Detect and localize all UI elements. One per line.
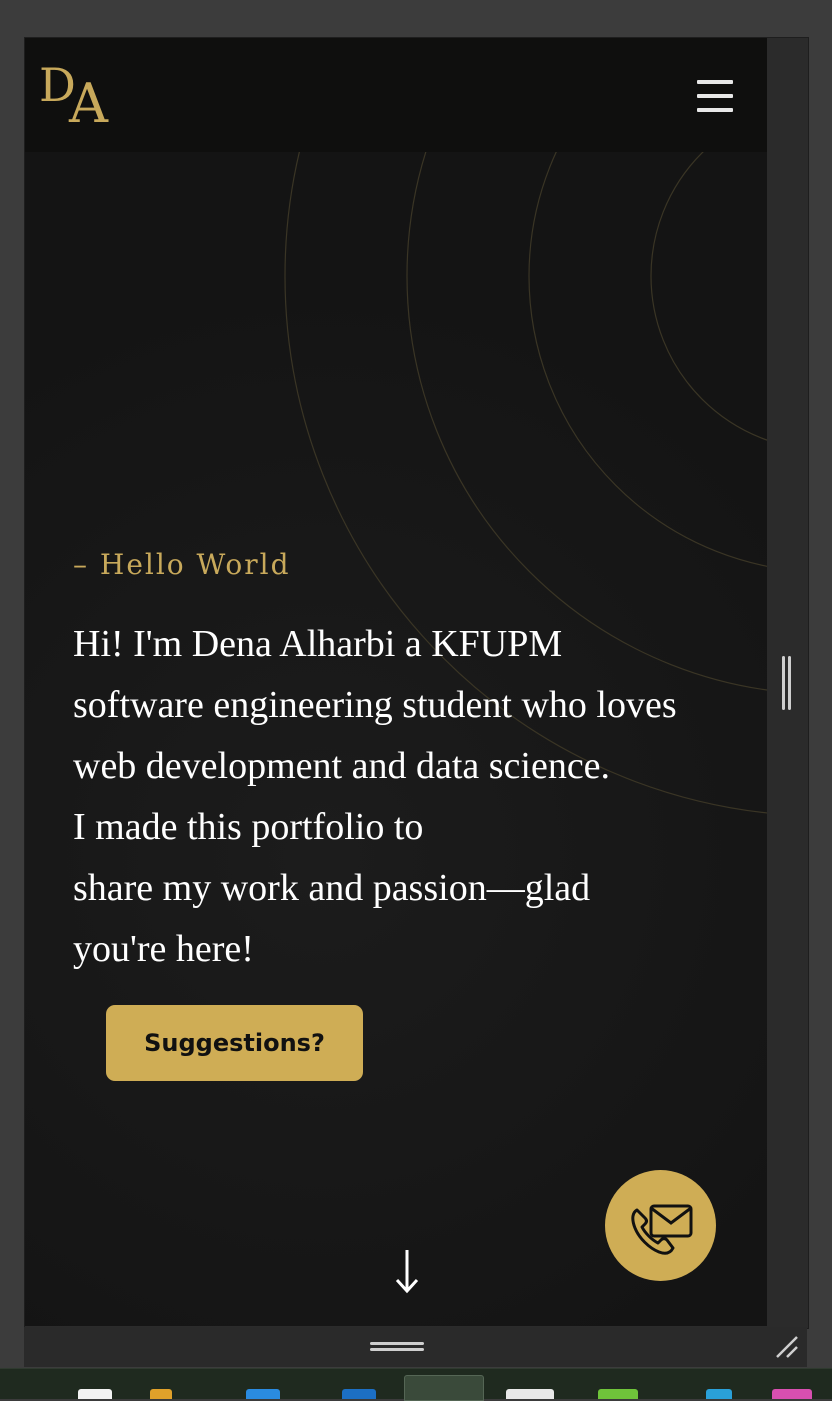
handle-grip bbox=[370, 1342, 424, 1345]
intro-line: I made this portfolio to bbox=[73, 806, 424, 848]
ring-inner bbox=[650, 152, 767, 441]
intro-line: you're here! bbox=[73, 928, 254, 970]
hero-section: – Hello World Hi! I'm Dena Alharbi a KFU… bbox=[25, 152, 767, 1326]
logo-letter-a: A bbox=[69, 72, 108, 135]
handle-grip bbox=[788, 656, 791, 710]
intro-line: share my work and passion—glad bbox=[73, 867, 591, 909]
intro-paragraph: Hi! I'm Dena Alharbi a KFUPM software en… bbox=[73, 614, 753, 980]
hamburger-icon-bar-middle bbox=[697, 94, 733, 98]
ring-second bbox=[528, 152, 767, 567]
handle-grip bbox=[370, 1348, 424, 1351]
ring-third bbox=[406, 152, 767, 691]
suggestions-button[interactable]: Suggestions? bbox=[106, 1005, 363, 1081]
hello-world-eyebrow: – Hello World bbox=[73, 548, 291, 581]
down-arrow-icon[interactable] bbox=[392, 1246, 422, 1296]
intro-line: Hi! I'm Dena Alharbi a KFUPM bbox=[73, 623, 563, 665]
contact-button[interactable] bbox=[605, 1170, 716, 1281]
intro-line: web development and data science. bbox=[73, 745, 611, 787]
handle-grip bbox=[782, 656, 785, 710]
phone-mail-icon bbox=[630, 1204, 692, 1255]
resize-corner-icon[interactable] bbox=[774, 1334, 800, 1360]
logo[interactable]: D A bbox=[39, 58, 139, 138]
hamburger-icon-bar-bottom bbox=[697, 108, 733, 112]
intro-line: software engineering student who loves bbox=[73, 684, 677, 726]
resize-handle-bottom[interactable] bbox=[370, 1340, 424, 1354]
taskbar-app-icon-active[interactable] bbox=[404, 1375, 484, 1401]
os-taskbar bbox=[0, 1368, 832, 1401]
page-viewport: D A – Hello World Hi! I'm Dena Alharbi a… bbox=[25, 38, 767, 1326]
resize-handle-right[interactable] bbox=[780, 656, 794, 710]
hamburger-icon-bar-top bbox=[697, 80, 733, 84]
site-header: D A bbox=[25, 38, 767, 152]
hamburger-menu-button[interactable] bbox=[693, 76, 737, 116]
